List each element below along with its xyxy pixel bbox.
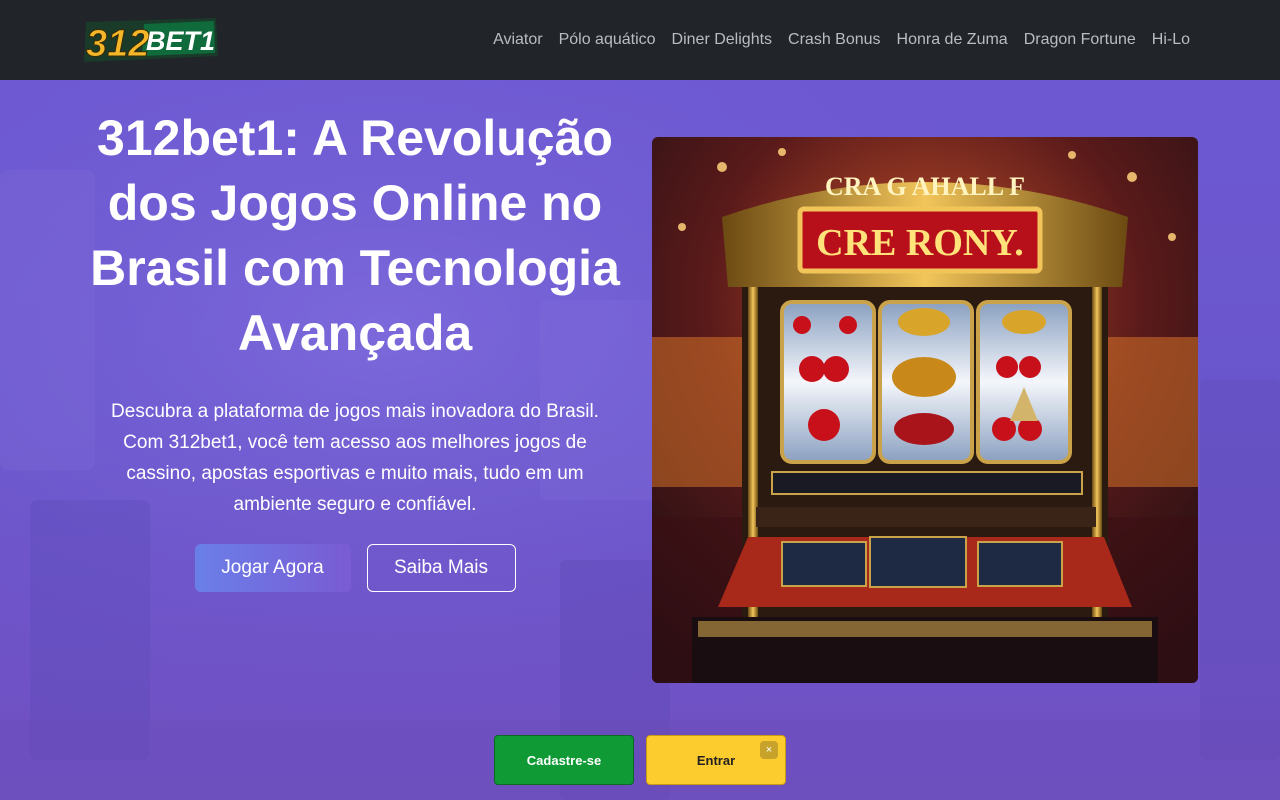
nav-link-honra-de-zuma[interactable]: Honra de Zuma <box>897 31 1008 49</box>
nav-link-aviator[interactable]: Aviator <box>493 31 543 49</box>
register-button[interactable]: Cadastre-se <box>494 735 634 785</box>
slot-sign-text: CRE RONY. <box>816 222 1024 264</box>
top-navbar: 312 BET1 Aviator Pólo aquático Diner Del… <box>0 0 1280 80</box>
nav-link-dragon-fortune[interactable]: Dragon Fortune <box>1024 31 1136 49</box>
hero-title: 312bet1: A Revolução dos Jogos Online no… <box>90 110 620 361</box>
svg-text:BET1: BET1 <box>146 26 215 56</box>
hero-content: 312bet1: A Revolução dos Jogos Online no… <box>90 106 620 592</box>
nav-link-diner-delights[interactable]: Diner Delights <box>672 31 772 49</box>
nav-link-hi-lo[interactable]: Hi-Lo <box>1152 31 1190 49</box>
slot-top-text: CRA G AHALL F <box>825 172 1025 201</box>
nav-link-polo-aquatico[interactable]: Pólo aquático <box>559 31 656 49</box>
hero-cta-group: Jogar Agora Saiba Mais <box>90 544 620 592</box>
learn-more-button[interactable]: Saiba Mais <box>366 544 516 592</box>
brand-logo[interactable]: 312 BET1 <box>82 16 220 66</box>
hero-description: Descubra a plataforma de jogos mais inov… <box>111 401 599 515</box>
play-now-button[interactable]: Jogar Agora <box>194 544 351 592</box>
svg-text:312: 312 <box>86 23 149 65</box>
nav-link-crash-bonus[interactable]: Crash Bonus <box>788 31 881 49</box>
main-nav: Aviator Pólo aquático Diner Delights Cra… <box>493 0 1190 80</box>
hero-section: 312bet1: A Revolução dos Jogos Online no… <box>0 80 1280 800</box>
slot-machine-image: CRA G AHALL F CRE RONY. <box>652 137 1198 683</box>
close-icon[interactable]: × <box>760 741 778 759</box>
